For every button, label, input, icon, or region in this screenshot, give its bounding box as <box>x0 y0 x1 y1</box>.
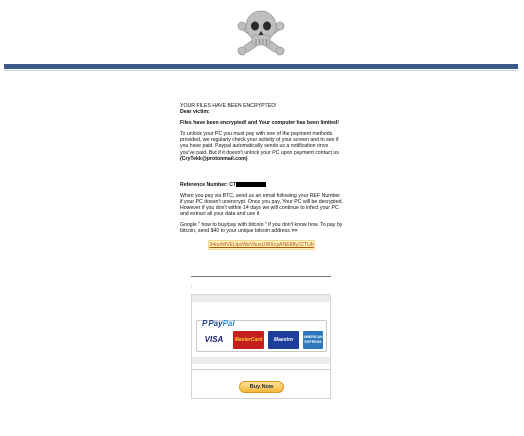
note-btc-text: When you pay via BTC, send us an email f… <box>180 192 343 218</box>
buy-now-button[interactable]: Buy Now <box>239 381 284 393</box>
section-divider <box>191 276 331 277</box>
paypal-word-pay: Pay <box>208 319 223 328</box>
arrow-text: >> <box>291 228 298 235</box>
redaction-box <box>236 181 267 187</box>
paypal-word-pal: Pal <box>222 319 235 328</box>
paypal-mid-band <box>192 357 330 364</box>
maestro-logo: Maestro <box>268 331 299 349</box>
skull-crossbones-icon <box>237 10 285 56</box>
paypal-separator <box>192 369 330 370</box>
paypal-logo: PPayPal <box>202 319 235 328</box>
note-google-text: Google " how to buy/pay with bitcoin " i… <box>180 222 344 234</box>
ransom-note: YOUR FILES HAVE BEEN ENCRYPTED! Dear vic… <box>180 103 344 234</box>
bitcoin-address-link[interactable]: 34ooNtVEUpcWeVbuxUWXcyANE88y22TUb <box>208 240 315 250</box>
note-headline: Files have been encrypted! and Your comp… <box>180 120 339 127</box>
visa-logo: VISA <box>200 331 228 349</box>
amex-logo: AMERICAN EXPRESS <box>303 331 323 349</box>
header-bar <box>4 64 518 69</box>
paypal-mark-icon: P <box>202 319 208 328</box>
note-instructions: To unlock your PC you must pay with one … <box>180 131 339 156</box>
header-divider <box>4 70 518 71</box>
paypal-top-band <box>192 295 330 302</box>
dot-text: . <box>191 283 193 289</box>
reference-label: Reference Number: CT <box>180 181 237 188</box>
mastercard-logo: MasterCard <box>233 331 264 349</box>
google-text: Google " how to buy/pay with bitcoin " i… <box>180 222 343 235</box>
